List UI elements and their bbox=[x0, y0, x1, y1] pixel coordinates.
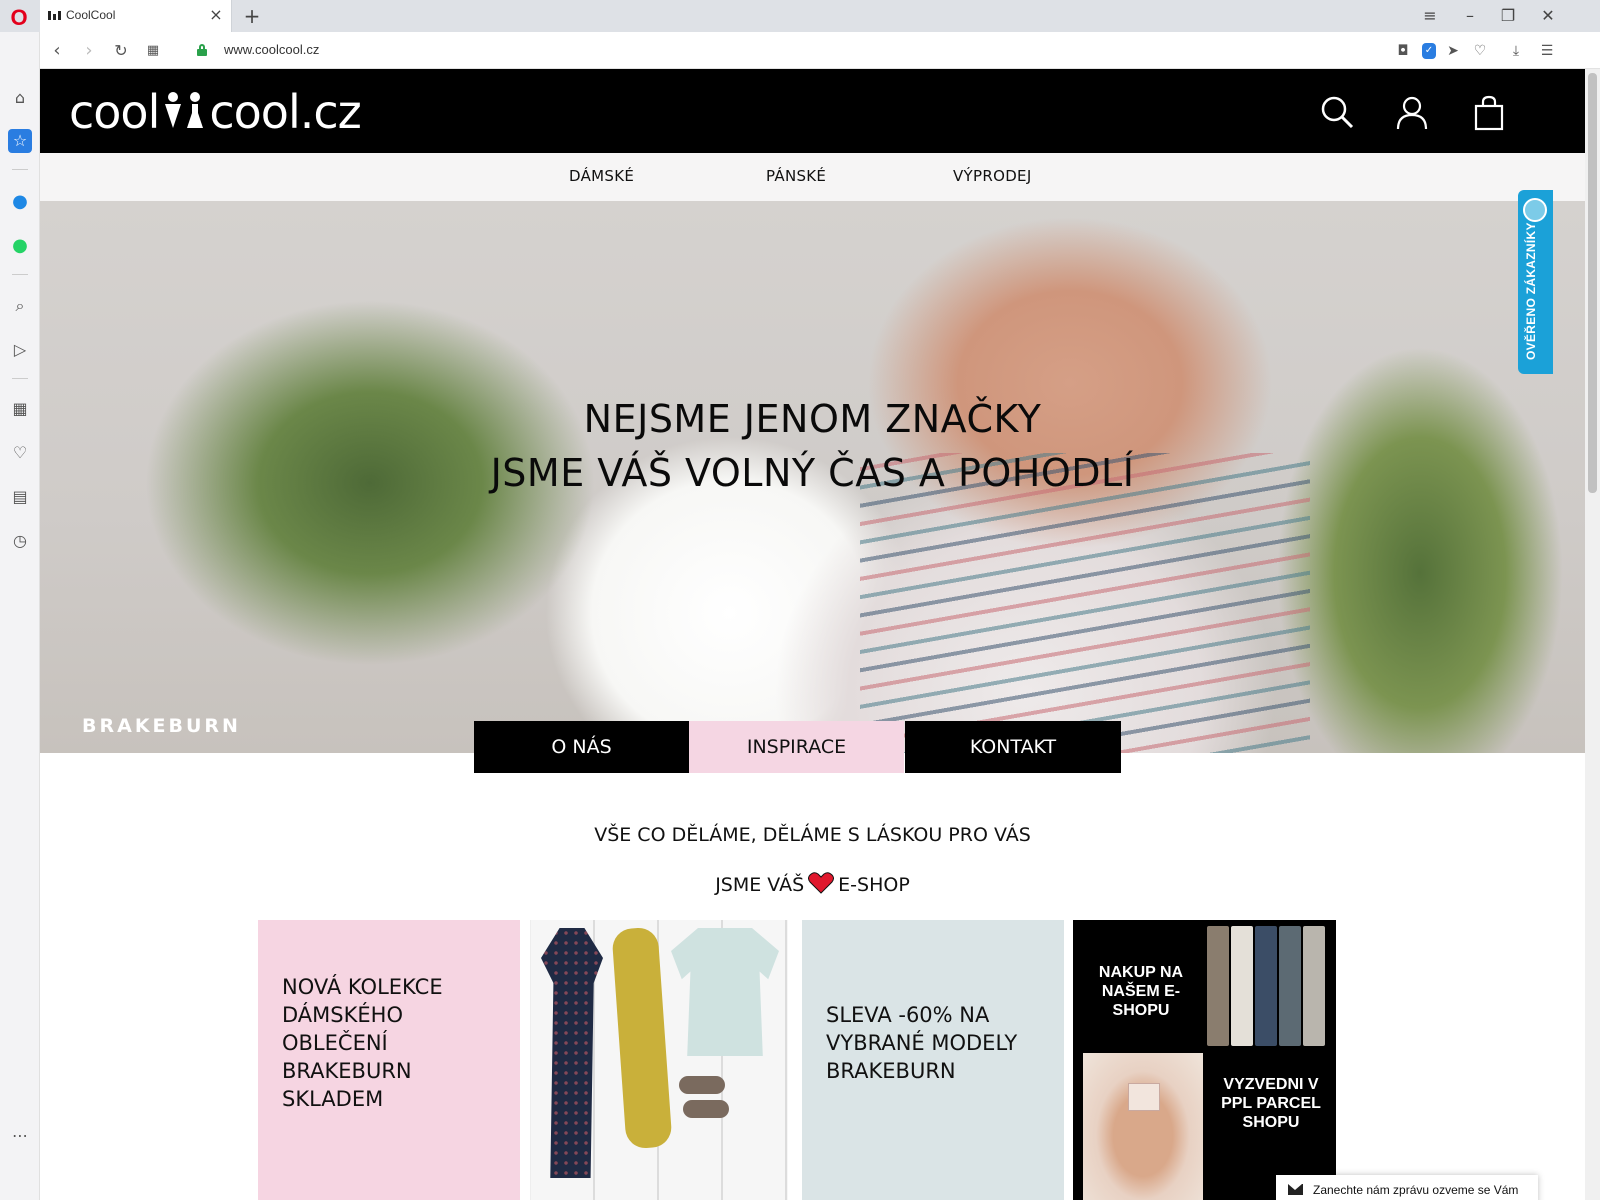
tab-favicon-icon bbox=[48, 9, 62, 21]
nav-item-vyprodej[interactable]: VÝPRODEJ bbox=[953, 167, 1032, 185]
chat-label: Zanechte nám zprávu ozveme se Vám bbox=[1313, 1183, 1519, 1197]
brand-watermark: BRAKEBURN bbox=[82, 715, 241, 737]
chat-widget[interactable]: Zanechte nám zprávu ozveme se Vám bbox=[1276, 1175, 1538, 1200]
tagline-eshop-after: E-SHOP bbox=[838, 874, 910, 896]
tab-grid-icon[interactable]: ▦ bbox=[142, 40, 164, 62]
browser-tab[interactable]: CoolCool × bbox=[40, 0, 232, 32]
more-icon[interactable]: ⋯ bbox=[8, 1124, 32, 1148]
lock-icon bbox=[197, 44, 207, 56]
history-icon[interactable]: ◷ bbox=[8, 529, 32, 553]
new-tab-button[interactable]: + bbox=[240, 4, 264, 28]
hero-title-line2: JSME VÁŠ VOLNÝ ČAS A POHODLÍ bbox=[490, 451, 1135, 495]
download-icon[interactable]: ⤓ bbox=[1506, 41, 1526, 61]
clothes-image bbox=[1231, 926, 1253, 1046]
user-account-icon[interactable] bbox=[1392, 93, 1432, 133]
promo-tile-clothing-photo[interactable] bbox=[530, 920, 788, 1200]
restore-button[interactable]: ❐ bbox=[1496, 6, 1520, 26]
website-viewport: cool cool.cz DÁMSKÉ PÁNSKÉ VÝPRODEJ NEJS… bbox=[40, 69, 1585, 1200]
shoe-image bbox=[683, 1100, 729, 1118]
home-icon[interactable]: ⌂ bbox=[8, 86, 32, 110]
nav-item-panske[interactable]: PÁNSKÉ bbox=[766, 167, 826, 185]
tab-menu-icon[interactable]: ≡ bbox=[1418, 6, 1442, 26]
logo-figures-icon bbox=[161, 90, 207, 130]
promo-sale-text: SLEVA -60% NA VYBRANÉ MODELY BRAKEBURN bbox=[826, 1003, 1018, 1083]
speed-dial-icon[interactable]: ☆ bbox=[8, 129, 32, 153]
easy-setup-icon[interactable]: ☰ bbox=[1537, 41, 1557, 61]
opera-logo-icon[interactable]: O bbox=[6, 5, 32, 31]
envelope-icon bbox=[1288, 1184, 1303, 1195]
heart-icon bbox=[808, 872, 835, 894]
search-icon[interactable]: ⌕ bbox=[8, 294, 32, 318]
forward-arrow-icon[interactable]: › bbox=[78, 40, 100, 62]
main-navigation: DÁMSKÉ PÁNSKÉ VÝPRODEJ bbox=[40, 153, 1585, 201]
promo-shop-text: NAKUP NA NAŠEM E-SHOPU bbox=[1098, 964, 1184, 1019]
nav-item-damske[interactable]: DÁMSKÉ bbox=[569, 167, 634, 185]
clothes-image bbox=[1303, 926, 1325, 1046]
messenger-icon[interactable]: ● bbox=[8, 190, 32, 214]
reload-icon[interactable]: ↻ bbox=[110, 40, 132, 62]
kontakt-button[interactable]: KONTAKT bbox=[905, 721, 1121, 773]
browser-titlebar: O CoolCool × + ≡ – ❐ ✕ bbox=[0, 0, 1600, 32]
info-button-row: O NÁS INSPIRACE KONTAKT bbox=[474, 721, 1121, 773]
news-icon[interactable]: ▤ bbox=[8, 485, 32, 509]
camera-icon[interactable]: ◘ bbox=[1393, 41, 1413, 61]
tagline-love: VŠE CO DĚLÁME, DĚLÁME S LÁSKOU PRO VÁS bbox=[594, 824, 1031, 846]
verified-label: OVĚŘENO ZÁKAZNÍKY bbox=[1524, 222, 1538, 360]
extensions-icon[interactable]: ▦ bbox=[8, 397, 32, 421]
send-icon[interactable]: ➤ bbox=[1443, 41, 1463, 61]
site-logo[interactable]: cool cool.cz bbox=[69, 85, 362, 139]
heart-icon[interactable]: ♡ bbox=[1470, 41, 1490, 61]
site-header: cool cool.cz bbox=[40, 69, 1585, 153]
logo-text-left: cool bbox=[69, 85, 160, 139]
send-icon[interactable]: ▷ bbox=[8, 338, 32, 362]
verified-badge-icon bbox=[1523, 198, 1547, 222]
promo-tile-sale[interactable]: SLEVA -60% NA VYBRANÉ MODELY BRAKEBURN bbox=[802, 920, 1064, 1200]
scrollbar-thumb[interactable] bbox=[1588, 73, 1597, 493]
shopping-bag-icon[interactable] bbox=[1469, 93, 1509, 133]
tab-title: CoolCool bbox=[66, 8, 116, 22]
hero-title-line1: NEJSME JENOM ZNAČKY bbox=[583, 397, 1042, 441]
whatsapp-icon[interactable]: ● bbox=[8, 234, 32, 258]
minimize-button[interactable]: – bbox=[1458, 6, 1482, 26]
tagline-eshop-before: JSME VÁŠ bbox=[715, 874, 805, 896]
promo-new-collection-text: NOVÁ KOLEKCE DÁMSKÉHO OBLEČENÍ BRAKEBURN… bbox=[282, 975, 443, 1111]
inspirace-button[interactable]: INSPIRACE bbox=[689, 721, 904, 773]
o-nas-button[interactable]: O NÁS bbox=[474, 721, 689, 773]
promo-tile-new-collection[interactable]: NOVÁ KOLEKCE DÁMSKÉHO OBLEČENÍ BRAKEBURN… bbox=[258, 920, 520, 1200]
hero-banner: DÁMSKÉ PÁNSKÉ VÝPRODEJ NEJSME JENOM ZNAČ… bbox=[40, 153, 1585, 753]
gift-hands-image bbox=[1083, 1053, 1203, 1200]
close-window-button[interactable]: ✕ bbox=[1536, 6, 1560, 26]
hero-image-sweater bbox=[860, 453, 1310, 753]
shoe-image bbox=[679, 1076, 725, 1094]
clothes-image bbox=[1279, 926, 1301, 1046]
page-scrollbar[interactable] bbox=[1585, 69, 1600, 1200]
clothes-image bbox=[1255, 926, 1277, 1046]
address-bar: ‹ › ↻ ▦ www.coolcool.cz ◘ ✓ ➤ ♡ ⤓ ☰ bbox=[40, 32, 1600, 69]
logo-text-right: cool.cz bbox=[209, 85, 361, 139]
bookmarks-heart-icon[interactable]: ♡ bbox=[8, 441, 32, 465]
verified-customers-widget[interactable]: OVĚŘENO ZÁKAZNÍKY bbox=[1518, 190, 1553, 374]
vpn-shield-icon[interactable]: ✓ bbox=[1422, 43, 1436, 59]
browser-sidebar: ⌂ ☆ ● ● ⌕ ▷ ▦ ♡ ▤ ◷ ⋯ bbox=[0, 32, 40, 1200]
search-icon[interactable] bbox=[1318, 93, 1358, 133]
tagline-eshop: JSME VÁŠ E-SHOP bbox=[40, 872, 1585, 896]
clothes-image bbox=[1207, 926, 1229, 1046]
tab-close-icon[interactable]: × bbox=[207, 6, 225, 24]
back-arrow-icon[interactable]: ‹ bbox=[46, 40, 68, 62]
url-field[interactable]: www.coolcool.cz bbox=[224, 42, 319, 57]
promo-tile-ppl[interactable]: NAKUP NA NAŠEM E-SHOPU VYZVEDNI V PPL PA… bbox=[1073, 920, 1336, 1200]
promo-ppl-text: VYZVEDNI V PPL PARCEL SHOPU bbox=[1221, 1076, 1321, 1131]
